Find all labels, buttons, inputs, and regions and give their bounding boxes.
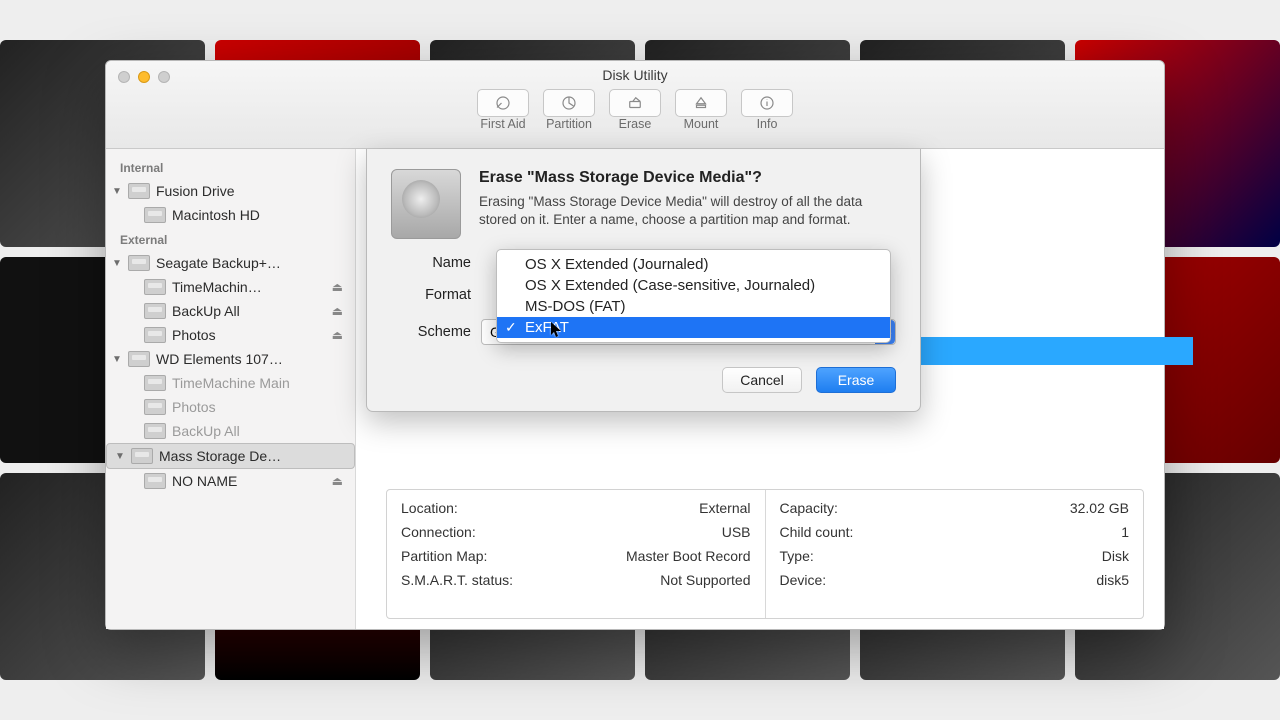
toolbar-erase[interactable]: Erase — [609, 89, 661, 131]
sidebar-item-timemachine1[interactable]: TimeMachin…⏏ — [106, 275, 355, 299]
first-aid-icon — [477, 89, 529, 117]
traffic-lights — [118, 71, 170, 83]
format-option[interactable]: MS-DOS (FAT) — [497, 296, 890, 317]
name-label: Name — [391, 255, 471, 271]
detail-row: Partition Map:Master Boot Record — [401, 544, 751, 568]
cancel-button[interactable]: Cancel — [722, 367, 802, 393]
sidebar-item-photos2[interactable]: Photos — [106, 395, 355, 419]
sidebar-item-backupall1[interactable]: BackUp All⏏ — [106, 299, 355, 323]
disk-icon — [131, 448, 153, 464]
sidebar-item-wd[interactable]: ▼WD Elements 107… — [106, 347, 355, 371]
sidebar: Internal ▼Fusion Drive Macintosh HD Exte… — [106, 149, 356, 629]
detail-row: Child count:1 — [780, 520, 1130, 544]
sidebar-item-mass-storage[interactable]: ▼Mass Storage De… — [106, 443, 355, 469]
detail-row: Location:External — [401, 496, 751, 520]
cursor-icon — [549, 321, 563, 339]
disk-icon — [144, 423, 166, 439]
close-icon[interactable] — [118, 71, 130, 83]
toolbar-first-aid[interactable]: First Aid — [477, 89, 529, 131]
format-dropdown[interactable]: OS X Extended (Journaled) OS X Extended … — [496, 249, 891, 343]
sidebar-item-seagate[interactable]: ▼Seagate Backup+… — [106, 251, 355, 275]
main-pane: Erase "Mass Storage Device Media"? Erasi… — [356, 149, 1164, 629]
disk-icon — [128, 255, 150, 271]
disk-icon — [144, 375, 166, 391]
titlebar: Disk Utility First Aid Partition Erase M… — [106, 61, 1164, 149]
disk-icon — [144, 279, 166, 295]
format-option[interactable]: OS X Extended (Case-sensitive, Journaled… — [497, 275, 890, 296]
disk-icon — [128, 183, 150, 199]
erase-button[interactable]: Erase — [816, 367, 896, 393]
toolbar-mount[interactable]: Mount — [675, 89, 727, 131]
eject-icon[interactable]: ⏏ — [332, 474, 343, 488]
details-panel: Location:External Connection:USB Partiti… — [386, 489, 1144, 619]
disk-icon — [144, 303, 166, 319]
info-icon — [741, 89, 793, 117]
window-title: Disk Utility — [106, 61, 1164, 83]
format-option[interactable]: OS X Extended (Journaled) — [497, 254, 890, 275]
mount-icon — [675, 89, 727, 117]
disk-icon — [128, 351, 150, 367]
disk-icon — [144, 207, 166, 223]
disk-icon — [144, 473, 166, 489]
detail-row: Connection:USB — [401, 520, 751, 544]
sheet-description: Erasing "Mass Storage Device Media" will… — [479, 193, 896, 229]
disk-icon — [144, 399, 166, 415]
partition-icon — [543, 89, 595, 117]
detail-row: S.M.A.R.T. status:Not Supported — [401, 568, 751, 592]
scheme-label: Scheme — [391, 324, 471, 340]
erase-sheet: Erase "Mass Storage Device Media"? Erasi… — [366, 149, 921, 412]
sidebar-item-noname[interactable]: NO NAME⏏ — [106, 469, 355, 493]
disk-utility-window: Disk Utility First Aid Partition Erase M… — [105, 60, 1165, 630]
zoom-icon[interactable] — [158, 71, 170, 83]
eject-icon[interactable]: ⏏ — [332, 328, 343, 342]
erase-icon — [609, 89, 661, 117]
sidebar-header-external: External — [106, 227, 355, 251]
sidebar-item-macintosh-hd[interactable]: Macintosh HD — [106, 203, 355, 227]
format-option-selected[interactable]: ExFAT — [497, 317, 890, 338]
sheet-title: Erase "Mass Storage Device Media"? — [479, 169, 896, 187]
sidebar-header-internal: Internal — [106, 155, 355, 179]
hard-disk-icon — [391, 169, 461, 239]
eject-icon[interactable]: ⏏ — [332, 304, 343, 318]
sidebar-item-photos1[interactable]: Photos⏏ — [106, 323, 355, 347]
sidebar-item-backupall2[interactable]: BackUp All — [106, 419, 355, 443]
disk-icon — [144, 327, 166, 343]
detail-row: Type:Disk — [780, 544, 1130, 568]
toolbar: First Aid Partition Erase Mount Info — [106, 89, 1164, 131]
sidebar-item-timemachine2[interactable]: TimeMachine Main — [106, 371, 355, 395]
toolbar-info[interactable]: Info — [741, 89, 793, 131]
detail-row: Device:disk5 — [780, 568, 1130, 592]
toolbar-partition[interactable]: Partition — [543, 89, 595, 131]
sidebar-item-fusion-drive[interactable]: ▼Fusion Drive — [106, 179, 355, 203]
eject-icon[interactable]: ⏏ — [332, 280, 343, 294]
format-label: Format — [391, 287, 471, 303]
detail-row: Capacity:32.02 GB — [780, 496, 1130, 520]
minimize-icon[interactable] — [138, 71, 150, 83]
